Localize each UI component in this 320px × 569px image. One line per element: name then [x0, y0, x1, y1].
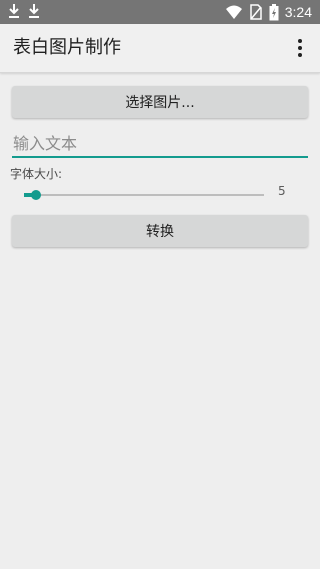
download-icon [9, 4, 19, 18]
font-size-slider[interactable] [24, 187, 264, 203]
text-input-placeholder: 输入文本 [13, 134, 78, 153]
download-icon [29, 4, 39, 18]
no-sim-icon [250, 4, 262, 20]
select-image-button[interactable]: 选择图片... [12, 86, 308, 118]
battery-charging-icon [269, 3, 279, 20]
convert-button[interactable]: 转换 [12, 215, 308, 247]
app-bar: 表白图片制作 [0, 24, 320, 73]
slider-track [24, 194, 264, 196]
status-right-icons: 3:24 [225, 3, 312, 21]
overflow-menu-icon[interactable] [288, 34, 312, 62]
slider-thumb[interactable] [31, 190, 41, 200]
font-size-value: 5 [278, 184, 286, 198]
text-input-field[interactable]: 输入文本 [12, 132, 308, 158]
status-left-icons [8, 3, 40, 19]
wifi-icon [225, 5, 242, 19]
status-bar: 3:24 [0, 0, 320, 24]
app-title: 表白图片制作 [13, 37, 121, 58]
font-size-label: 字体大小: [10, 167, 63, 181]
status-time: 3:24 [284, 4, 312, 20]
